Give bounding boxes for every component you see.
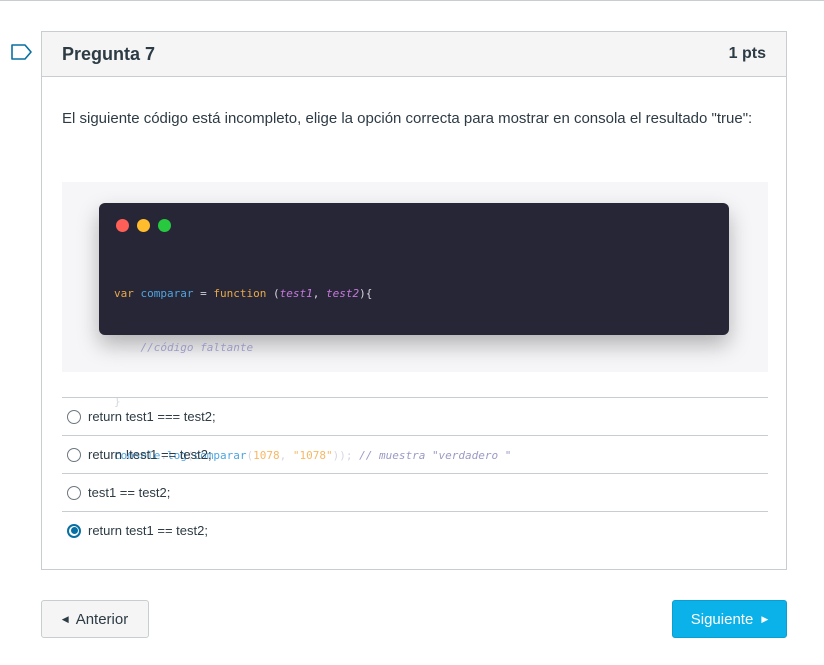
answer-list: return test1 === test2; return !test1 ==…: [62, 397, 768, 549]
top-divider: [0, 0, 824, 1]
code-token: comparar: [140, 287, 194, 300]
question-card: Pregunta 7 1 pts El siguiente código est…: [41, 31, 787, 570]
next-button-label: Siguiente: [690, 610, 754, 628]
next-button[interactable]: Siguiente ▶: [672, 600, 787, 638]
triangle-left-icon: ◀: [61, 613, 69, 624]
minimize-dot-icon: [137, 219, 150, 232]
code-token: //código faltante: [114, 341, 254, 354]
question-points: 1 pts: [728, 45, 766, 62]
question-text: El siguiente código está incompleto, eli…: [62, 110, 753, 127]
code-token: test2: [325, 287, 360, 300]
code-snippet-image: var comparar = function (test1, test2){ …: [99, 203, 729, 462]
code-token: var: [114, 287, 134, 300]
answer-option[interactable]: test1 == test2;: [62, 473, 768, 511]
answer-label[interactable]: return test1 == test2;: [88, 523, 208, 538]
question-header: Pregunta 7 1 pts: [42, 32, 786, 77]
radio-button[interactable]: [67, 447, 81, 462]
radio-button[interactable]: [67, 485, 81, 500]
radio-button[interactable]: [67, 523, 81, 538]
answer-label[interactable]: test1 == test2;: [88, 485, 170, 500]
code-token: test1: [279, 287, 313, 300]
answer-label[interactable]: return test1 === test2;: [88, 409, 216, 424]
close-dot-icon: [116, 219, 129, 232]
triangle-right-icon: ▶: [761, 613, 769, 624]
previous-button[interactable]: ◀ Anterior: [41, 600, 149, 638]
radio-dot-icon: [70, 527, 78, 534]
radio-button[interactable]: [67, 409, 81, 424]
answer-option[interactable]: return !test1 == test2;: [62, 435, 768, 473]
bookmark-flag-icon[interactable]: [10, 43, 34, 61]
code-token: function: [213, 287, 267, 300]
code-line-2: //código faltante: [114, 339, 511, 357]
code-token: (: [266, 287, 280, 300]
window-controls: [116, 219, 171, 232]
code-line-1: var comparar = function (test1, test2){: [114, 285, 511, 303]
answer-option[interactable]: return test1 === test2;: [62, 397, 768, 435]
answer-option[interactable]: return test1 == test2;: [62, 511, 768, 549]
maximize-dot-icon: [158, 219, 171, 232]
question-title: Pregunta 7: [62, 43, 156, 64]
answer-label[interactable]: return !test1 == test2;: [88, 447, 212, 462]
code-token: ,: [312, 287, 326, 300]
code-token: ){: [359, 287, 373, 300]
previous-button-label: Anterior: [75, 610, 129, 628]
code-token: =: [193, 287, 214, 300]
